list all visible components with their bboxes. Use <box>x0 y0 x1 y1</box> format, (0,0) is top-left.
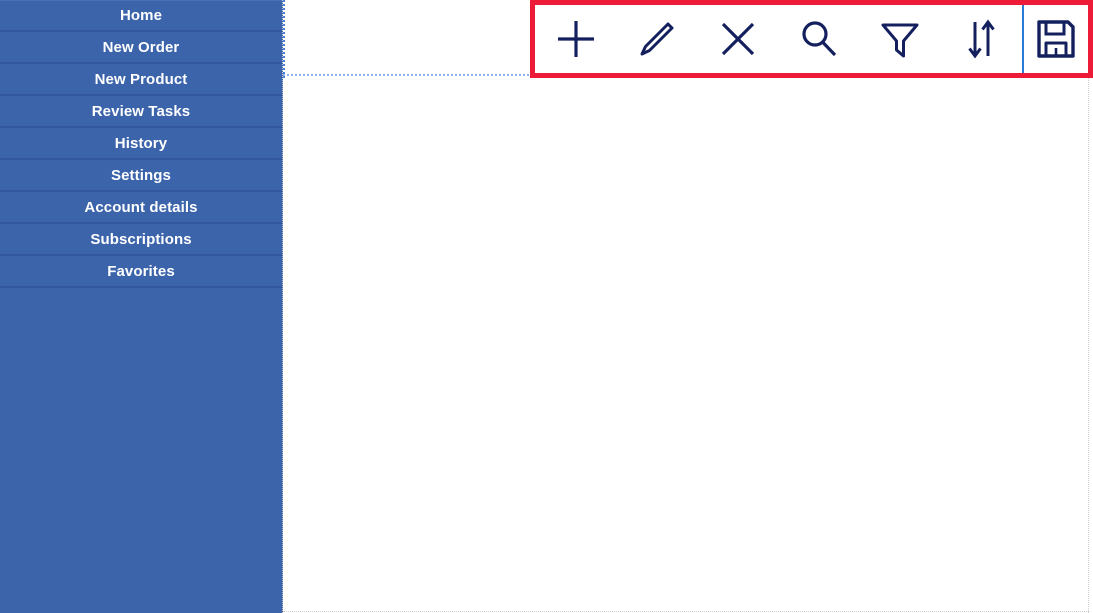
filter-icon <box>876 15 924 63</box>
sidebar-item-account-details[interactable]: Account details <box>0 192 282 224</box>
sort-icon <box>957 15 1005 63</box>
sidebar-item-label: Favorites <box>107 263 175 280</box>
sidebar-item-home[interactable]: Home <box>0 0 282 32</box>
app-root: Home New Order New Product Review Tasks … <box>0 0 1093 613</box>
page-right-border <box>1088 78 1089 613</box>
page-bottom-border <box>283 611 1089 612</box>
plus-icon <box>552 15 600 63</box>
sidebar-item-new-product[interactable]: New Product <box>0 64 282 96</box>
sort-button[interactable] <box>940 5 1021 73</box>
sidebar-item-label: History <box>114 135 168 152</box>
toolbar-button-group <box>535 5 1088 73</box>
filter-button[interactable] <box>859 5 940 73</box>
sidebar-item-label: New Product <box>94 71 188 88</box>
pencil-icon <box>633 15 681 63</box>
save-icon <box>1032 15 1080 63</box>
sidebar-item-label: Home <box>119 7 163 24</box>
sidebar-nav: Home New Order New Product Review Tasks … <box>0 0 283 613</box>
action-toolbar <box>530 0 1093 78</box>
edit-button[interactable] <box>616 5 697 73</box>
sidebar-item-label: New Order <box>102 39 180 56</box>
sidebar-item-favorites[interactable]: Favorites <box>0 256 282 288</box>
sidebar-item-label: Account details <box>84 199 198 216</box>
sidebar-item-label: Settings <box>111 167 171 184</box>
main-content-area <box>283 0 1093 613</box>
search-icon <box>795 15 843 63</box>
sidebar-item-history[interactable]: History <box>0 128 282 160</box>
add-button[interactable] <box>535 5 616 73</box>
search-button[interactable] <box>778 5 859 73</box>
sidebar-item-review-tasks[interactable]: Review Tasks <box>0 96 282 128</box>
sidebar-item-new-order[interactable]: New Order <box>0 32 282 64</box>
sidebar-item-settings[interactable]: Settings <box>0 160 282 192</box>
content-left-divider <box>283 0 285 78</box>
sidebar-item-subscriptions[interactable]: Subscriptions <box>0 224 282 256</box>
save-button[interactable] <box>1024 5 1088 73</box>
sidebar-item-label: Review Tasks <box>91 103 191 120</box>
sidebar-item-label: Subscriptions <box>90 231 192 248</box>
close-icon <box>714 15 762 63</box>
delete-button[interactable] <box>697 5 778 73</box>
